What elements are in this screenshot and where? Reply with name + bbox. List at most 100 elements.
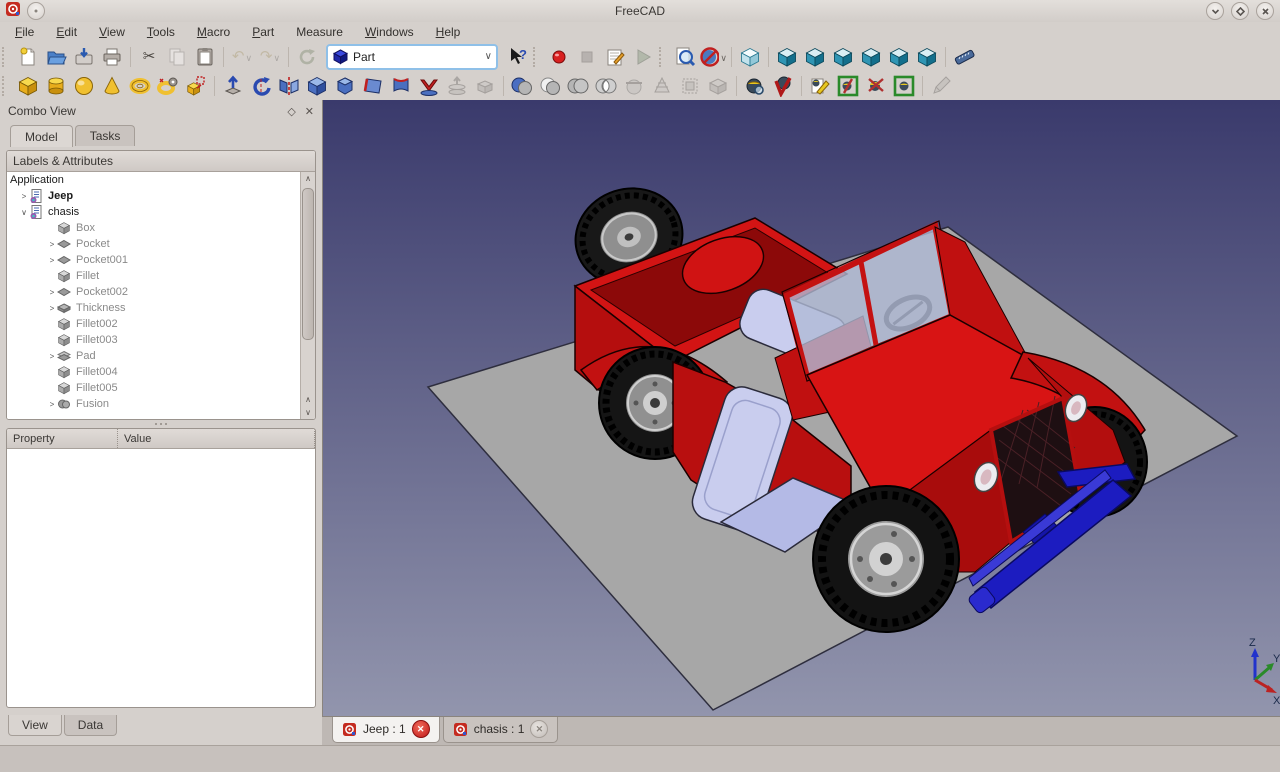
tree-item-document[interactable]: >Jeep xyxy=(7,188,301,204)
part-boolean-button[interactable] xyxy=(508,73,536,99)
tree-item[interactable]: >Pocket002 xyxy=(7,284,301,300)
save-document-button[interactable] xyxy=(70,44,98,70)
print-button[interactable] xyxy=(98,44,126,70)
close-button[interactable] xyxy=(1256,2,1274,20)
tree-item[interactable]: Box xyxy=(7,220,301,236)
paste-button[interactable] xyxy=(191,44,219,70)
part-mirror-button[interactable] xyxy=(275,73,303,99)
part-union-button[interactable] xyxy=(564,73,592,99)
scroll-up-icon[interactable]: ∧ xyxy=(301,172,315,185)
mdi-tab-jeep[interactable]: Jeep : 1 ✕ xyxy=(332,717,440,743)
sketch-map-c-button[interactable] xyxy=(890,73,918,99)
tree-scrollbar[interactable]: ∧ ∧ ∨ xyxy=(300,172,315,419)
part-shape-builder-button[interactable] xyxy=(182,73,210,99)
close-tab-icon[interactable]: ✕ xyxy=(530,720,548,738)
part-cross-sections-button[interactable] xyxy=(648,73,676,99)
minimize-button[interactable] xyxy=(1206,2,1224,20)
sketch-create-button[interactable] xyxy=(927,73,955,99)
tree-item[interactable]: Fillet xyxy=(7,268,301,284)
part-revolve-button[interactable] xyxy=(247,73,275,99)
part-cylinder-button[interactable] xyxy=(42,73,70,99)
view-rear-button[interactable] xyxy=(857,44,885,70)
tree-item[interactable]: >Thickness xyxy=(7,300,301,316)
measure-distance-button[interactable] xyxy=(950,44,978,70)
menu-item[interactable]: Edit xyxy=(45,24,88,40)
scroll-up-icon[interactable]: ∧ xyxy=(301,393,315,406)
refresh-button[interactable] xyxy=(293,44,321,70)
part-offset-3d-button[interactable] xyxy=(676,73,704,99)
float-panel-button[interactable]: ◇ xyxy=(287,105,295,118)
part-intersection-button[interactable] xyxy=(592,73,620,99)
part-primitives-button[interactable] xyxy=(154,73,182,99)
tree-root[interactable]: Application xyxy=(7,172,301,188)
maximize-button[interactable] xyxy=(1231,2,1249,20)
whats-this-button[interactable]: ? xyxy=(503,44,531,70)
tree-item[interactable]: >Fusion xyxy=(7,396,301,412)
part-section-button[interactable] xyxy=(620,73,648,99)
part-cut-button[interactable] xyxy=(536,73,564,99)
part-make-face-button[interactable] xyxy=(359,73,387,99)
panel-splitter[interactable] xyxy=(6,420,316,428)
tab-model[interactable]: Model xyxy=(10,125,73,147)
menu-item[interactable]: View xyxy=(88,24,136,40)
view-axonometric-button[interactable] xyxy=(736,44,764,70)
menu-item[interactable]: Measure xyxy=(285,24,354,40)
tab-view[interactable]: View xyxy=(8,715,62,736)
sketch-edit-button[interactable] xyxy=(806,73,834,99)
undo-button[interactable]: ↶∨ xyxy=(228,44,256,70)
close-tab-icon[interactable]: ✕ xyxy=(412,720,430,738)
view-top-button[interactable] xyxy=(801,44,829,70)
tree-item[interactable]: >Pocket xyxy=(7,236,301,252)
toolbar-handle[interactable] xyxy=(533,47,541,67)
macro-edit-button[interactable] xyxy=(601,44,629,70)
close-panel-button[interactable]: ✕ xyxy=(305,105,314,118)
tree-item-document[interactable]: ∨chasis xyxy=(7,204,301,220)
view-bottom-button[interactable] xyxy=(885,44,913,70)
mdi-tab-chasis[interactable]: chasis : 1 ✕ xyxy=(443,717,559,743)
menu-item[interactable]: Windows xyxy=(354,24,425,40)
tree-item[interactable]: >Pocket001 xyxy=(7,252,301,268)
tree-item[interactable]: Fillet005 xyxy=(7,380,301,396)
fit-all-button[interactable] xyxy=(671,44,699,70)
menu-item[interactable]: Macro xyxy=(186,24,241,40)
new-document-button[interactable] xyxy=(14,44,42,70)
view-right-button[interactable] xyxy=(829,44,857,70)
part-torus-button[interactable] xyxy=(126,73,154,99)
open-document-button[interactable] xyxy=(42,44,70,70)
redo-button[interactable]: ↷∨ xyxy=(256,44,284,70)
menu-item[interactable]: Help xyxy=(425,24,472,40)
part-extrude-button[interactable] xyxy=(219,73,247,99)
macro-play-button[interactable] xyxy=(629,44,657,70)
part-offset-button[interactable] xyxy=(471,73,499,99)
view-front-button[interactable] xyxy=(773,44,801,70)
part-check-geometry-button[interactable] xyxy=(741,73,769,99)
part-chamfer-button[interactable] xyxy=(331,73,359,99)
copy-button[interactable] xyxy=(163,44,191,70)
scrollbar-thumb[interactable] xyxy=(302,188,314,340)
part-box-button[interactable] xyxy=(14,73,42,99)
toolbar-handle[interactable] xyxy=(659,47,667,67)
3d-viewport[interactable]: Z Y X xyxy=(322,100,1280,716)
workbench-selector[interactable]: Part ∨ xyxy=(326,44,498,70)
view-left-button[interactable] xyxy=(913,44,941,70)
part-loft-button[interactable] xyxy=(415,73,443,99)
menu-item[interactable]: Part xyxy=(241,24,285,40)
part-ruled-surface-button[interactable] xyxy=(387,73,415,99)
tab-tasks[interactable]: Tasks xyxy=(75,125,136,146)
scroll-down-icon[interactable]: ∨ xyxy=(301,406,315,419)
macro-record-button[interactable] xyxy=(545,44,573,70)
part-sweep-button[interactable] xyxy=(443,73,471,99)
cut-button[interactable]: ✂ xyxy=(135,44,163,70)
menu-item[interactable]: Tools xyxy=(136,24,186,40)
menu-item[interactable]: File xyxy=(4,24,45,40)
toolbar-handle[interactable] xyxy=(2,47,10,67)
macro-stop-button[interactable] xyxy=(573,44,601,70)
toolbar-handle[interactable] xyxy=(2,76,10,96)
sketch-map-b-button[interactable] xyxy=(862,73,890,99)
sketch-map-a-button[interactable] xyxy=(834,73,862,99)
tab-data[interactable]: Data xyxy=(64,715,117,736)
tree-item[interactable]: Fillet002 xyxy=(7,316,301,332)
part-cone-button[interactable] xyxy=(98,73,126,99)
part-fillet-button[interactable] xyxy=(303,73,331,99)
part-defeaturing-button[interactable] xyxy=(769,73,797,99)
